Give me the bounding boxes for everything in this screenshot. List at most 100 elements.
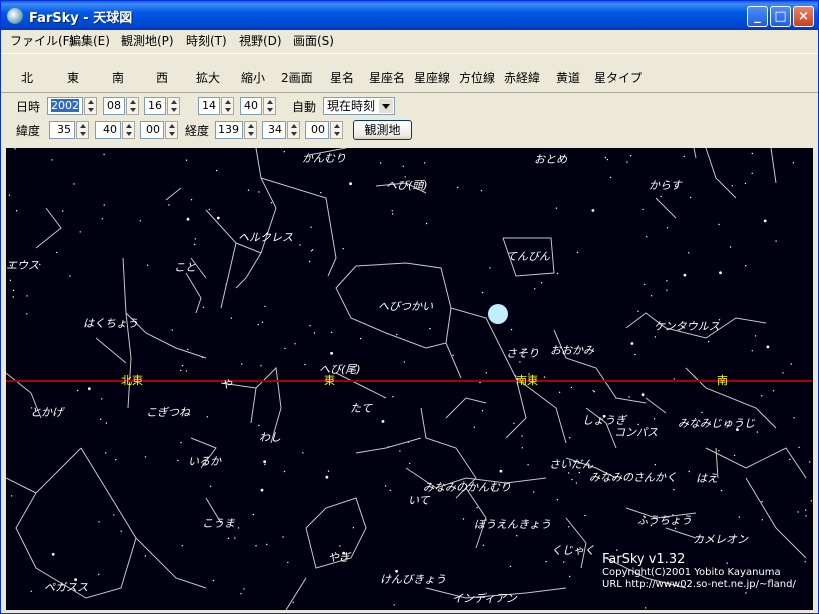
longitude-second-field[interactable]: 00	[305, 121, 329, 139]
year-spinner[interactable]	[84, 97, 97, 115]
star	[252, 513, 254, 516]
star	[604, 156, 606, 159]
star	[330, 351, 333, 355]
star	[516, 535, 518, 537]
star	[11, 495, 13, 497]
star	[480, 189, 483, 192]
star	[258, 424, 260, 427]
longitude-degree-field[interactable]: 139	[215, 121, 243, 139]
day-spinner[interactable]	[167, 97, 180, 115]
star-type-button[interactable]: 星タイプ	[594, 69, 642, 86]
latitude-second-field[interactable]: 00	[140, 121, 164, 139]
month-field[interactable]: 08	[103, 97, 125, 115]
star	[527, 464, 529, 466]
close-button[interactable]: ×	[793, 6, 814, 27]
latitude-minute-spinner[interactable]	[122, 121, 135, 139]
star	[761, 501, 763, 503]
hour-field[interactable]: 14	[198, 97, 220, 115]
star	[247, 189, 250, 191]
day-field[interactable]: 16	[144, 97, 166, 115]
star	[73, 183, 75, 185]
longitude-degree-spinner[interactable]	[244, 121, 257, 139]
equatorial-grid-button[interactable]: 赤経緯	[504, 69, 540, 86]
star	[775, 240, 777, 242]
star	[79, 231, 81, 233]
zoom-in-button[interactable]: 拡大	[196, 69, 220, 86]
longitude-second-spinner[interactable]	[330, 121, 343, 139]
auto-time-select[interactable]: 現在時刻	[323, 97, 395, 115]
star	[381, 420, 385, 423]
label-crux: みなみじゅうじ	[678, 417, 755, 430]
minute-spinner[interactable]	[263, 97, 276, 115]
label-cepheus: エウス	[6, 259, 39, 272]
menu-file[interactable]: ファイル(F)	[10, 32, 74, 49]
star	[313, 332, 316, 334]
sky-chart[interactable]: 北東 東 南東 南 かんむり おとめ へび(頭) からす ヘルクレス てんびん …	[6, 148, 813, 610]
dual-screen-button[interactable]: 2画面	[281, 69, 313, 86]
label-telescopium: ぼうえんきょう	[474, 518, 551, 531]
menu-screen[interactable]: 画面(S)	[293, 32, 334, 49]
star	[391, 210, 393, 212]
star	[457, 186, 459, 189]
menu-edit[interactable]: 編集(E)	[69, 32, 110, 49]
minute-field[interactable]: 40	[240, 97, 262, 115]
star	[15, 210, 18, 212]
observation-site-button[interactable]: 観測地	[353, 120, 412, 140]
star	[180, 369, 182, 372]
star	[255, 545, 257, 547]
latitude-degree-spinner[interactable]	[76, 121, 89, 139]
title-bar[interactable]: FarSky - 天球図 _ □ ×	[1, 1, 818, 30]
star	[571, 478, 573, 481]
west-button[interactable]: 西	[156, 69, 168, 86]
ecliptic-button[interactable]: 黄道	[556, 69, 580, 86]
longitude-minute-field[interactable]: 34	[262, 121, 286, 139]
maximize-button[interactable]: □	[770, 6, 791, 27]
star	[462, 518, 465, 520]
latitude-minute-field[interactable]: 40	[95, 121, 121, 139]
menu-view[interactable]: 視野(D)	[239, 32, 282, 49]
longitude-minute-spinner[interactable]	[287, 121, 300, 139]
star	[592, 390, 594, 392]
south-button[interactable]: 南	[112, 69, 124, 86]
star	[666, 227, 669, 229]
star	[626, 161, 628, 163]
star	[101, 398, 103, 400]
year-value: 2002	[51, 99, 79, 112]
constellation-lines-button[interactable]: 星座線	[414, 69, 450, 86]
latitude-second-spinner[interactable]	[165, 121, 178, 139]
star-names-button[interactable]: 星名	[330, 69, 354, 86]
star	[521, 447, 523, 449]
menu-location[interactable]: 観測地(P)	[121, 32, 174, 49]
star	[718, 450, 720, 452]
star	[545, 560, 547, 563]
north-button[interactable]: 北	[21, 69, 33, 86]
star	[12, 289, 15, 292]
star	[798, 446, 800, 449]
minimize-button[interactable]: _	[747, 6, 768, 27]
label-pavo: くじゃく	[551, 544, 595, 557]
star	[292, 601, 294, 603]
latitude-label: 緯度	[16, 124, 41, 138]
label-triangulum-australe: みなみのさんかく	[589, 471, 677, 484]
star	[8, 194, 11, 196]
star	[751, 152, 753, 155]
year-field[interactable]: 2002	[47, 97, 83, 115]
star	[177, 459, 179, 462]
hour-spinner[interactable]	[221, 97, 234, 115]
star	[578, 471, 580, 474]
zoom-out-button[interactable]: 縮小	[241, 69, 265, 86]
azimuth-lines-button[interactable]: 方位線	[459, 69, 495, 86]
star	[392, 396, 394, 398]
month-spinner[interactable]	[126, 97, 139, 115]
menu-time[interactable]: 時刻(T)	[186, 32, 227, 49]
label-chamaeleon: カメレオン	[693, 533, 749, 546]
star	[533, 491, 535, 493]
star	[744, 182, 747, 185]
moon[interactable]	[488, 304, 508, 324]
constellation-names-button[interactable]: 星座名	[369, 69, 405, 86]
latitude-degree-field[interactable]: 35	[49, 121, 75, 139]
star	[521, 435, 523, 437]
star	[654, 336, 657, 338]
east-button[interactable]: 東	[67, 69, 79, 86]
chevron-down-icon[interactable]	[379, 99, 393, 113]
